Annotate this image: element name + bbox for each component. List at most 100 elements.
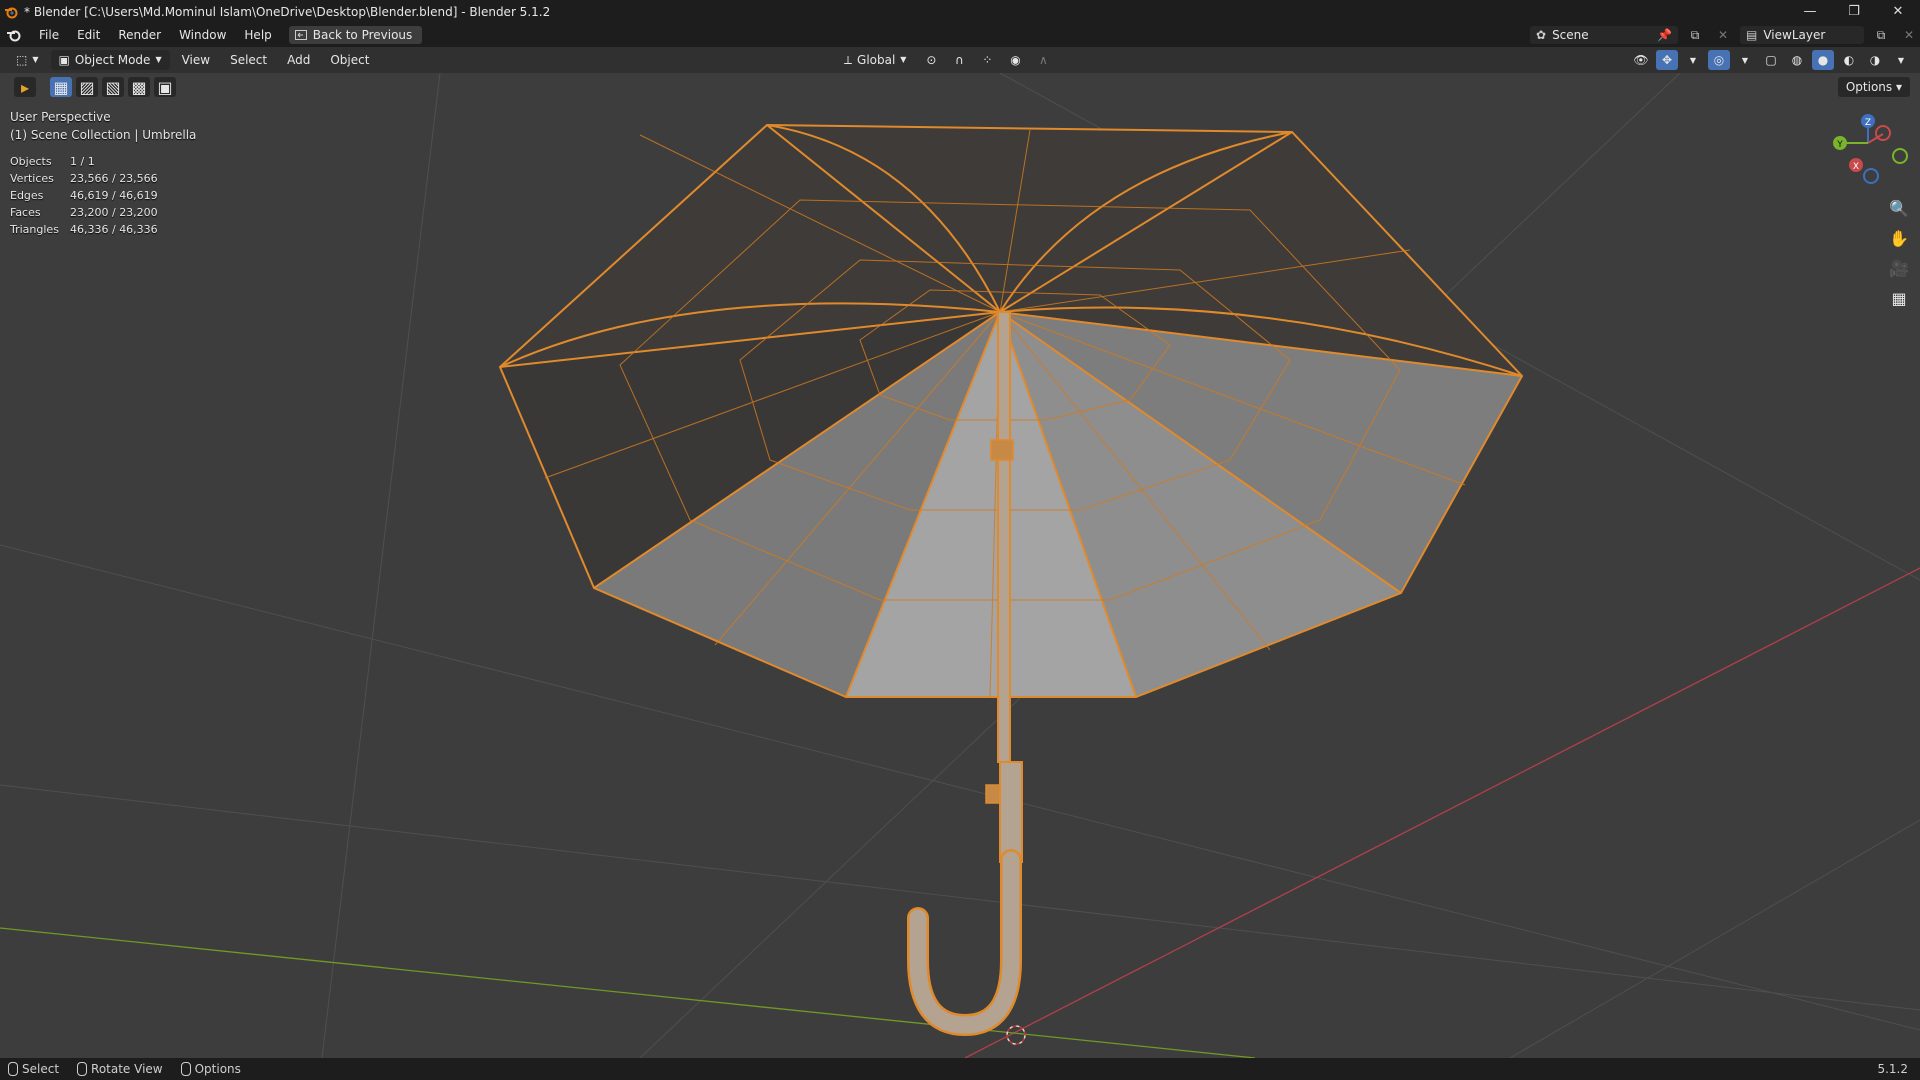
umbrella-model[interactable]: [498, 123, 1524, 1037]
scene-name: Scene: [1552, 28, 1589, 42]
status-rotate: Rotate View: [77, 1062, 163, 1076]
viewlayer-name: ViewLayer: [1763, 28, 1826, 42]
mode-label: Object Mode: [74, 53, 151, 67]
menu-edit[interactable]: Edit: [68, 23, 109, 47]
stat-row: Triangles 46,336 / 46,336: [10, 221, 158, 238]
viewlayer-selector[interactable]: ▤ ViewLayer: [1740, 26, 1864, 44]
window-titlebar: * Blender [C:\Users\Md.Mominul Islam\One…: [0, 0, 1920, 23]
material-shading-icon[interactable]: ◐: [1838, 50, 1860, 70]
pan-hand-icon[interactable]: ✋: [1886, 226, 1912, 250]
zoom-icon[interactable]: 🔍: [1886, 196, 1912, 220]
mouse-left-icon: [8, 1062, 18, 1076]
perspective-grid-icon[interactable]: ▦: [1886, 286, 1912, 310]
new-scene-icon[interactable]: ⧉: [1684, 25, 1706, 45]
status-rotate-label: Rotate View: [91, 1062, 163, 1076]
overlays-toggle-icon[interactable]: ◎: [1708, 50, 1730, 70]
scene-selector[interactable]: ✿ Scene 📌: [1530, 26, 1678, 44]
stat-row: Objects 1 / 1: [10, 153, 158, 170]
orientation-axes-icon: ⟂: [844, 53, 853, 67]
gizmo-z-label: Z: [1865, 118, 1871, 128]
stat-label: Objects: [10, 155, 52, 168]
chevron-down-icon[interactable]: ▼: [1734, 50, 1756, 70]
perspective-label: User Perspective: [10, 110, 111, 124]
editor-type-button[interactable]: ⬚ ▼: [8, 50, 47, 70]
visibility-eye-icon[interactable]: 👁: [1630, 50, 1652, 70]
blender-menu-icon[interactable]: [6, 27, 22, 43]
maximize-button[interactable]: ❐: [1832, 0, 1876, 23]
stat-row: Faces 23,200 / 23,200: [10, 204, 158, 221]
select-extend-icon[interactable]: ▨: [76, 77, 98, 97]
menu-render[interactable]: Render: [109, 23, 170, 47]
proportional-edit-icon[interactable]: ◉: [1004, 50, 1026, 70]
stat-value: 1 / 1: [70, 155, 95, 168]
gizmo-y-label: Y: [1836, 140, 1843, 150]
select-invert-icon[interactable]: ▩: [128, 77, 150, 97]
chevron-down-icon[interactable]: ▼: [1890, 50, 1912, 70]
select-tool-icon[interactable]: ▸: [14, 77, 36, 97]
options-dropdown[interactable]: Options ▾: [1837, 77, 1910, 97]
solid-shading-icon[interactable]: ●: [1812, 50, 1834, 70]
select-box-mode-icon[interactable]: ▦: [50, 77, 72, 97]
snap-magnet-icon[interactable]: ∩: [948, 50, 970, 70]
viewport-navigation: 🔍 ✋ 🎥 ▦: [1886, 196, 1912, 310]
menu-window[interactable]: Window: [170, 23, 235, 47]
select-intersect-icon[interactable]: ▣: [154, 77, 176, 97]
gizmo-toggle-icon[interactable]: ✥: [1656, 50, 1678, 70]
tool-settings-row: ▸ ▦ ▨ ▧ ▩ ▣: [14, 77, 176, 97]
rendered-shading-icon[interactable]: ◑: [1864, 50, 1886, 70]
stat-label: Edges: [10, 189, 44, 202]
xray-toggle-icon[interactable]: ▢: [1760, 50, 1782, 70]
version-label: 5.1.2: [1877, 1062, 1908, 1076]
y-axis-line: [0, 927, 1256, 1058]
mode-selector[interactable]: ▣ Object Mode ▼: [50, 50, 170, 70]
chevron-down-icon: ▼: [155, 55, 162, 64]
remove-viewlayer-icon[interactable]: ✕: [1898, 25, 1920, 45]
pin-icon[interactable]: 📌: [1657, 26, 1672, 44]
status-select: Select: [8, 1062, 59, 1076]
chevron-down-icon[interactable]: ▼: [1682, 50, 1704, 70]
close-button[interactable]: ✕: [1876, 0, 1920, 23]
menu-object[interactable]: Object: [322, 50, 377, 70]
camera-view-icon[interactable]: 🎥: [1886, 256, 1912, 280]
stat-value: 23,566 / 23,566: [70, 172, 158, 185]
snap-target-icon[interactable]: ⁘: [976, 50, 998, 70]
menu-select[interactable]: Select: [222, 50, 275, 70]
back-to-previous-button[interactable]: Back to Previous: [288, 26, 423, 44]
new-viewlayer-icon[interactable]: ⧉: [1870, 25, 1892, 45]
menu-view[interactable]: View: [174, 50, 218, 70]
falloff-curve-icon[interactable]: ∧: [1032, 50, 1054, 70]
chevron-down-icon: ▼: [900, 55, 907, 64]
viewport-info: User Perspective (1) Scene Collection | …: [10, 108, 196, 144]
viewport-3d[interactable]: Z Y X: [0, 73, 1920, 1058]
options-label: Options: [1845, 80, 1893, 94]
wireframe-shading-icon[interactable]: ◍: [1786, 50, 1808, 70]
mouse-right-icon: [180, 1062, 191, 1076]
menu-help[interactable]: Help: [235, 23, 280, 47]
select-subtract-icon[interactable]: ▧: [102, 77, 124, 97]
remove-scene-icon[interactable]: ✕: [1712, 25, 1734, 45]
navigation-gizmo[interactable]: Z Y X: [1833, 114, 1908, 184]
stat-value: 23,200 / 23,200: [70, 206, 158, 219]
status-bar: Select Rotate View Options 5.1.2: [0, 1058, 1920, 1080]
transform-orientation-selector[interactable]: ⟂ Global ▼: [836, 50, 914, 70]
menu-add[interactable]: Add: [279, 50, 318, 70]
back-screen-icon: [294, 30, 307, 40]
stat-label: Vertices: [10, 172, 54, 185]
chevron-down-icon: ▼: [32, 55, 39, 64]
orientation-label: Global: [857, 53, 896, 67]
menu-file[interactable]: File: [30, 23, 68, 47]
stat-value: 46,336 / 46,336: [70, 223, 158, 236]
gizmo-x-label: X: [1853, 162, 1859, 172]
stat-value: 46,619 / 46,619: [70, 189, 158, 202]
viewlayer-icon: ▤: [1746, 28, 1758, 42]
pivot-point-icon[interactable]: ⊙: [920, 50, 942, 70]
editor-type-icon: ⬚: [16, 53, 28, 67]
back-to-previous-label: Back to Previous: [312, 28, 413, 42]
minimize-button[interactable]: —: [1788, 0, 1832, 23]
scene-statistics: Objects 1 / 1 Vertices 23,566 / 23,566 E…: [10, 153, 158, 238]
top-menubar: File Edit Render Window Help Back to Pre…: [0, 23, 1920, 47]
stat-label: Triangles: [10, 223, 59, 236]
stat-row: Vertices 23,566 / 23,566: [10, 170, 158, 187]
collection-label: (1) Scene Collection | Umbrella: [10, 128, 197, 142]
stat-label: Faces: [10, 206, 41, 219]
